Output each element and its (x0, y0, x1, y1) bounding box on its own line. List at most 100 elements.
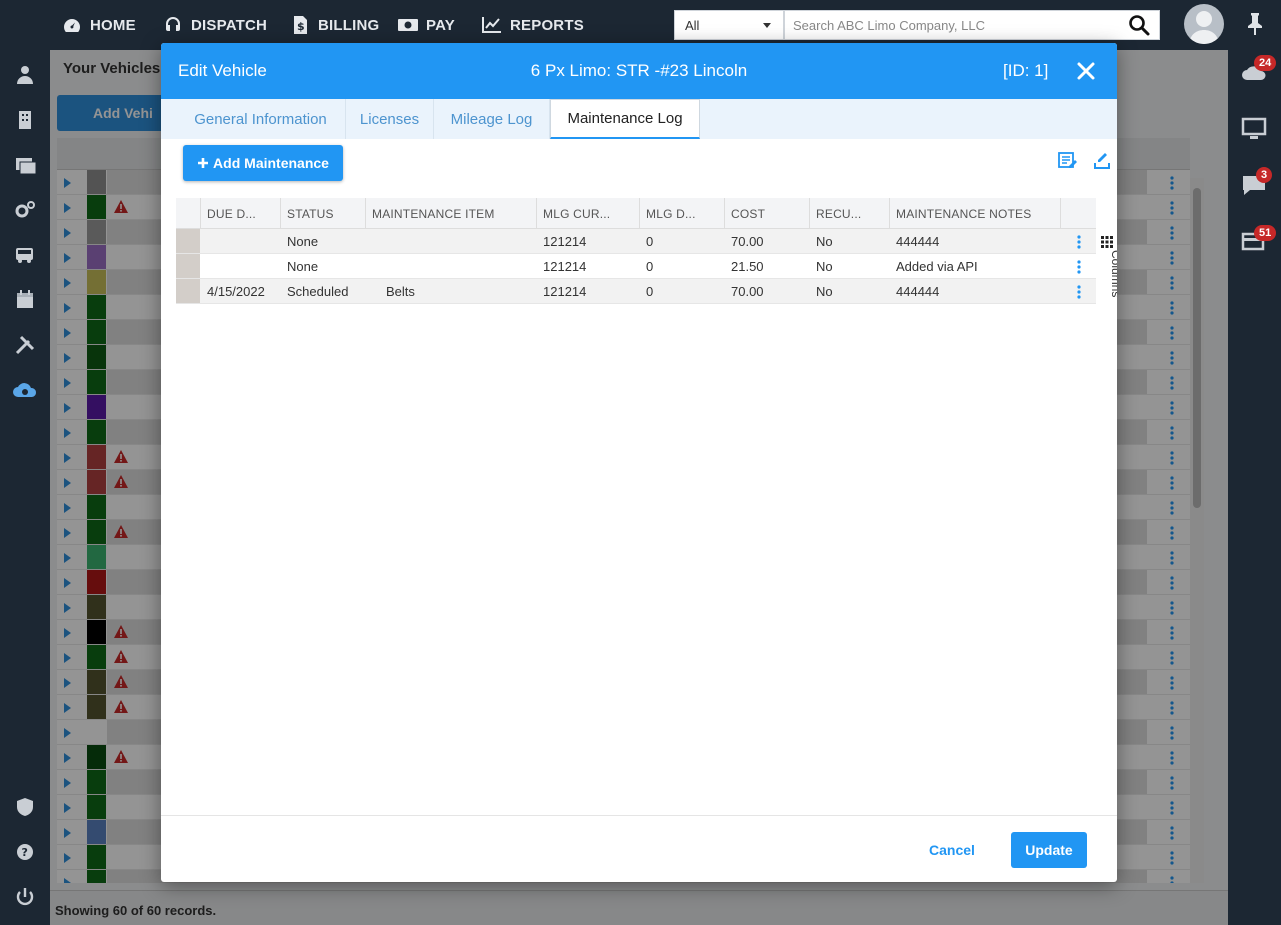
close-icon[interactable] (1075, 60, 1097, 82)
header-mileage-due[interactable]: MLG D... (640, 198, 725, 229)
cell-due-date (201, 254, 281, 279)
header-cost[interactable]: COST (725, 198, 810, 229)
cell-mileage-current: 121214 (543, 259, 587, 274)
tools-icon[interactable] (14, 334, 36, 356)
user-avatar[interactable] (1184, 4, 1224, 44)
cell-status: None (287, 234, 319, 249)
nav-billing[interactable]: $ BILLING (290, 14, 379, 36)
add-maintenance-label: Add Maintenance (213, 155, 329, 171)
search-scope-select[interactable]: All (674, 10, 784, 40)
header-maintenance-item[interactable]: MAINTENANCE ITEM (366, 198, 537, 229)
user-icon (1189, 11, 1219, 44)
header-handle (176, 198, 201, 229)
nav-home[interactable]: HOME (62, 14, 136, 36)
cell-mileage-due: 0 (646, 284, 654, 299)
kebab-menu-icon[interactable] (1077, 285, 1081, 299)
headset-icon (166, 17, 180, 31)
messages-badge: 3 (1256, 167, 1273, 183)
modal-header: Edit Vehicle 6 Px Limo: STR -#23 Lincoln… (161, 43, 1117, 99)
cell-mileage-due: 0 (646, 234, 654, 249)
nav-billing-label: BILLING (318, 16, 380, 34)
modal-tabs: General Information Licenses Mileage Log… (161, 99, 1117, 139)
cloud-settings-icon[interactable] (12, 379, 38, 401)
table-row[interactable]: None 121214 0 21.50 No Added via API (176, 254, 1096, 279)
nav-pay-label: PAY (426, 16, 455, 34)
header-due-date[interactable]: DUE D... (201, 198, 281, 229)
add-maintenance-button[interactable]: Add Maintenance (183, 145, 343, 181)
search-icon[interactable] (1128, 14, 1150, 36)
cell-maintenance-item: Belts (386, 284, 415, 299)
cancel-button[interactable]: Cancel (917, 833, 987, 867)
cloud-badge: 24 (1254, 55, 1277, 71)
cell-maintenance-item (366, 254, 537, 279)
bus-icon[interactable] (14, 244, 36, 266)
left-sidebar: ? (0, 50, 50, 925)
search-input[interactable]: Search ABC Limo Company, LLC (784, 10, 1160, 40)
invoice-icon: $ (294, 16, 307, 34)
cell-recurring: No (816, 259, 833, 274)
cell-recurring: No (816, 234, 833, 249)
search-placeholder: Search ABC Limo Company, LLC (793, 17, 985, 33)
row-drag-handle[interactable] (176, 229, 200, 253)
cell-cost: 70.00 (731, 234, 764, 249)
nav-home-label: HOME (90, 16, 136, 34)
cell-notes: 444444 (896, 284, 940, 299)
header-maintenance-notes[interactable]: MAINTENANCE NOTES (890, 198, 1061, 229)
search-scope-value: All (685, 17, 700, 33)
table-row[interactable]: 4/15/2022 Scheduled Belts 121214 0 70.00… (176, 279, 1096, 304)
tab-mileage-log[interactable]: Mileage Log (434, 99, 550, 139)
right-sidebar: 24 3 51 (1228, 50, 1281, 925)
tab-maintenance-log[interactable]: Maintenance Log (550, 99, 700, 139)
monitor-icon[interactable] (1240, 116, 1268, 142)
row-drag-handle[interactable] (176, 279, 200, 303)
help-icon[interactable]: ? (14, 841, 36, 863)
cell-mileage-due: 0 (646, 259, 654, 274)
building-icon[interactable] (14, 109, 36, 131)
maintenance-grid: DUE D... STATUS MAINTENANCE ITEM MLG CUR… (176, 198, 1096, 308)
gears-icon[interactable] (14, 199, 36, 221)
tab-licenses[interactable]: Licenses (346, 99, 434, 139)
kebab-menu-icon[interactable] (1077, 260, 1081, 274)
update-button[interactable]: Update (1011, 832, 1087, 868)
nav-pay[interactable]: PAY (398, 14, 455, 36)
tab-general-information[interactable]: General Information (176, 99, 346, 139)
nav-reports-label: REPORTS (510, 16, 584, 34)
export-icon[interactable] (1092, 151, 1112, 171)
chart-icon (482, 17, 501, 33)
kebab-menu-icon[interactable] (1077, 235, 1081, 249)
cell-maintenance-item (366, 229, 537, 254)
header-recurring[interactable]: RECU... (810, 198, 890, 229)
cell-status: Scheduled (287, 284, 349, 299)
vehicle-id: [ID: 1] (1003, 61, 1049, 80)
cell-cost: 21.50 (731, 259, 764, 274)
grid-header: DUE D... STATUS MAINTENANCE ITEM MLG CUR… (176, 198, 1096, 229)
header-mileage-current[interactable]: MLG CUR... (537, 198, 640, 229)
contacts-icon[interactable] (14, 154, 36, 176)
shield-icon[interactable] (14, 796, 36, 818)
cell-notes: Added via API (896, 259, 978, 274)
header-status[interactable]: STATUS (281, 198, 366, 229)
cards-badge: 51 (1254, 225, 1277, 241)
nav-dispatch[interactable]: DISPATCH (163, 14, 267, 36)
nav-dispatch-label: DISPATCH (191, 16, 268, 34)
power-icon[interactable] (14, 886, 36, 908)
nav-reports[interactable]: REPORTS (482, 14, 584, 36)
edit-list-icon[interactable] (1058, 151, 1078, 171)
table-row[interactable]: None 121214 0 70.00 No 444444 (176, 229, 1096, 254)
plus-icon (198, 158, 209, 168)
grid-dots-icon[interactable] (1101, 236, 1113, 248)
pin-icon[interactable] (1244, 12, 1266, 36)
caret-down-icon (763, 23, 771, 28)
calendar-icon[interactable] (14, 289, 36, 311)
columns-panel-toggle[interactable]: Columns (1109, 250, 1117, 310)
edit-vehicle-modal: Edit Vehicle 6 Px Limo: STR -#23 Lincoln… (161, 43, 1117, 882)
cell-mileage-current: 121214 (543, 284, 587, 299)
cash-icon (398, 19, 418, 31)
cell-recurring: No (816, 284, 833, 299)
row-drag-handle[interactable] (176, 254, 200, 278)
cell-notes: 444444 (896, 234, 940, 249)
svg-text:?: ? (22, 846, 28, 859)
user-tie-icon[interactable] (14, 64, 36, 86)
svg-text:$: $ (297, 20, 305, 33)
dashboard-icon (64, 19, 80, 32)
